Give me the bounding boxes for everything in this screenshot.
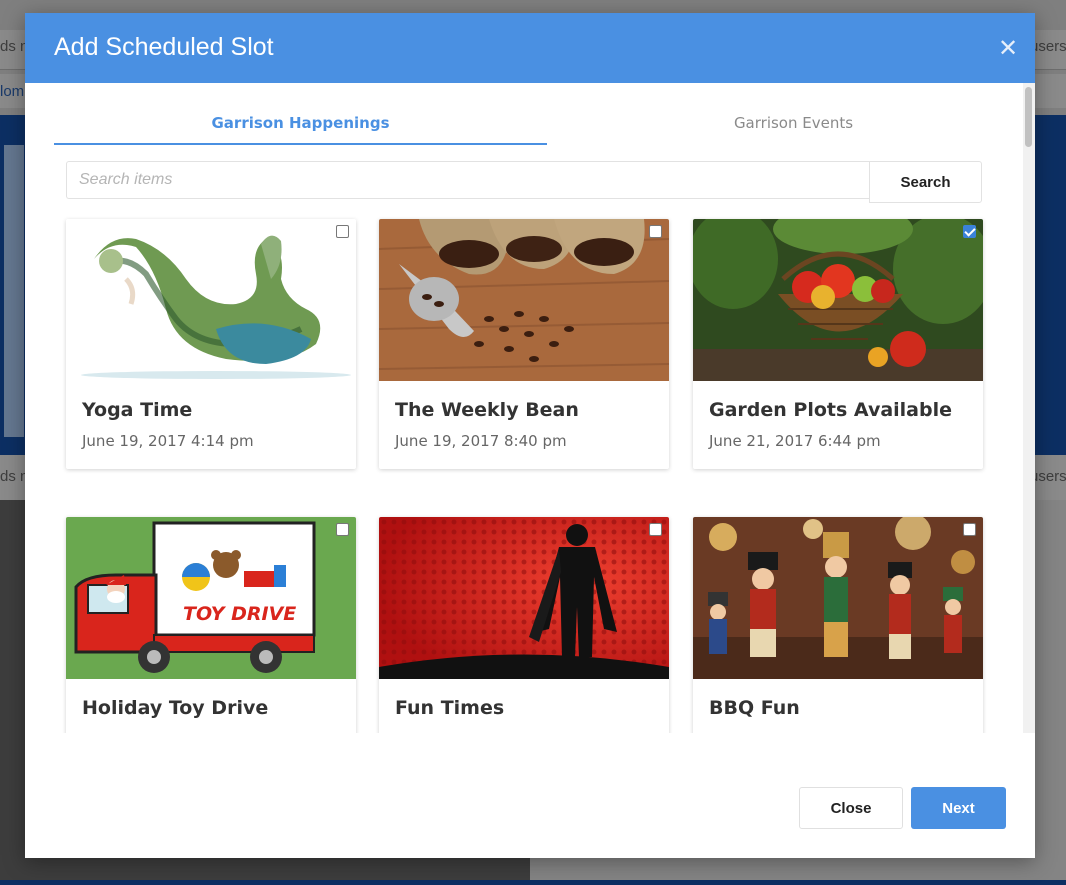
add-scheduled-slot-modal: Add Scheduled Slot ✕ Garrison Happenings… bbox=[25, 13, 1035, 858]
card-image-nutcrackers bbox=[693, 517, 983, 679]
modal-footer: Close Next bbox=[25, 733, 1035, 858]
card-title: Yoga Time bbox=[82, 399, 193, 421]
modal-header: Add Scheduled Slot ✕ bbox=[25, 13, 1035, 83]
card-checkbox[interactable] bbox=[963, 523, 976, 536]
card-fun-times[interactable]: Fun Times bbox=[379, 517, 669, 733]
card-title: Garden Plots Available bbox=[709, 399, 952, 421]
card-title: Holiday Toy Drive bbox=[82, 697, 269, 719]
tab-bar: Garrison Happenings Garrison Events bbox=[54, 105, 1035, 145]
card-checkbox[interactable] bbox=[336, 523, 349, 536]
card-checkbox[interactable] bbox=[336, 225, 349, 238]
modal-body: Garrison Happenings Garrison Events Sear… bbox=[25, 83, 1035, 733]
close-button[interactable]: Close bbox=[799, 787, 903, 829]
next-button[interactable]: Next bbox=[911, 787, 1006, 829]
background-text: lom bbox=[0, 83, 25, 100]
card-garden-plots-available[interactable]: Garden Plots Available June 21, 2017 6:4… bbox=[693, 219, 983, 469]
background-text: users bbox=[1030, 468, 1066, 485]
search-button[interactable]: Search bbox=[869, 161, 982, 203]
card-title: BBQ Fun bbox=[709, 697, 800, 719]
card-image-tomatoes bbox=[693, 219, 983, 381]
modal-scrollbar-track[interactable] bbox=[1023, 83, 1035, 733]
card-yoga-time[interactable]: Yoga Time June 19, 2017 4:14 pm bbox=[66, 219, 356, 469]
card-date: June 19, 2017 4:14 pm bbox=[82, 432, 254, 450]
search-input[interactable] bbox=[66, 161, 870, 199]
card-date: June 19, 2017 8:40 pm bbox=[395, 432, 567, 450]
tab-garrison-happenings[interactable]: Garrison Happenings bbox=[54, 105, 547, 145]
background-strip bbox=[0, 880, 1066, 885]
card-image-superhero bbox=[379, 517, 669, 679]
background-text: users bbox=[1030, 38, 1066, 55]
tab-garrison-events[interactable]: Garrison Events bbox=[547, 105, 1035, 145]
card-holiday-toy-drive[interactable]: TOY DRIVE Holiday Toy Drive bbox=[66, 517, 356, 733]
toy-drive-text: TOY DRIVE bbox=[183, 603, 296, 625]
card-image-coffee bbox=[379, 219, 669, 381]
card-image-toy-drive: TOY DRIVE bbox=[66, 517, 356, 679]
search-bar: Search bbox=[66, 161, 982, 203]
card-date: June 21, 2017 6:44 pm bbox=[709, 432, 881, 450]
card-checkbox[interactable] bbox=[963, 225, 976, 238]
close-icon[interactable]: ✕ bbox=[995, 35, 1021, 61]
card-the-weekly-bean[interactable]: The Weekly Bean June 19, 2017 8:40 pm bbox=[379, 219, 669, 469]
modal-scrollbar-thumb[interactable] bbox=[1025, 87, 1032, 147]
card-checkbox[interactable] bbox=[649, 523, 662, 536]
card-image-yoga bbox=[66, 219, 356, 381]
card-title: Fun Times bbox=[395, 697, 505, 719]
modal-title: Add Scheduled Slot bbox=[54, 33, 274, 61]
card-title: The Weekly Bean bbox=[395, 399, 579, 421]
card-checkbox[interactable] bbox=[649, 225, 662, 238]
card-bbq-fun[interactable]: BBQ Fun bbox=[693, 517, 983, 733]
